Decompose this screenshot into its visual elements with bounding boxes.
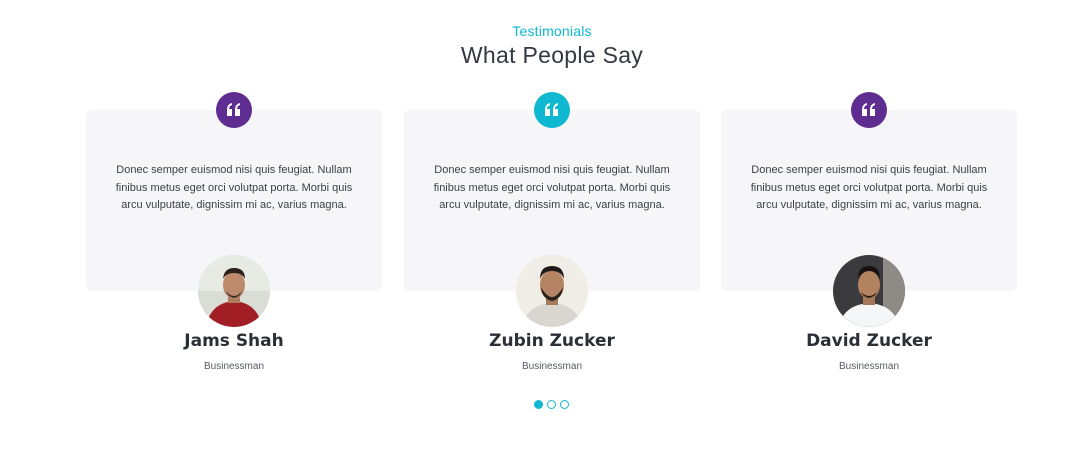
testimonial-text: Donec semper euismod nisi quis feugiat. … [750,164,988,211]
section-title: What People Say [460,42,644,68]
person-name: Zubin Zucker [489,331,615,351]
carousel-dot-3[interactable] [560,400,569,409]
testimonial-card: Donec semper euismod nisi quis feugiat. … [86,92,382,382]
testimonials-section: Testimonials What People Say Donec sempe… [0,0,1092,467]
avatar [198,255,270,327]
carousel-pagination [534,400,569,409]
person-role: Businessman [521,361,583,372]
quote-icon [534,92,570,128]
person-role: Businessman [203,361,265,372]
testimonial-card: Donec semper euismod nisi quis feugiat. … [404,92,700,382]
avatar [516,255,588,327]
person-role: Businessman [838,361,900,372]
testimonial-text: Donec semper euismod nisi quis feugiat. … [433,164,671,211]
testimonial-text: Donec semper euismod nisi quis feugiat. … [115,164,353,211]
section-eyebrow: Testimonials [512,23,592,39]
avatar [833,255,905,327]
quote-icon [216,92,252,128]
person-name: Jams Shah [184,331,284,351]
carousel-dot-1[interactable] [534,400,543,409]
person-name: David Zucker [806,331,932,351]
carousel-dot-2[interactable] [547,400,556,409]
quote-icon [851,92,887,128]
testimonial-card: Donec semper euismod nisi quis feugiat. … [721,92,1017,382]
